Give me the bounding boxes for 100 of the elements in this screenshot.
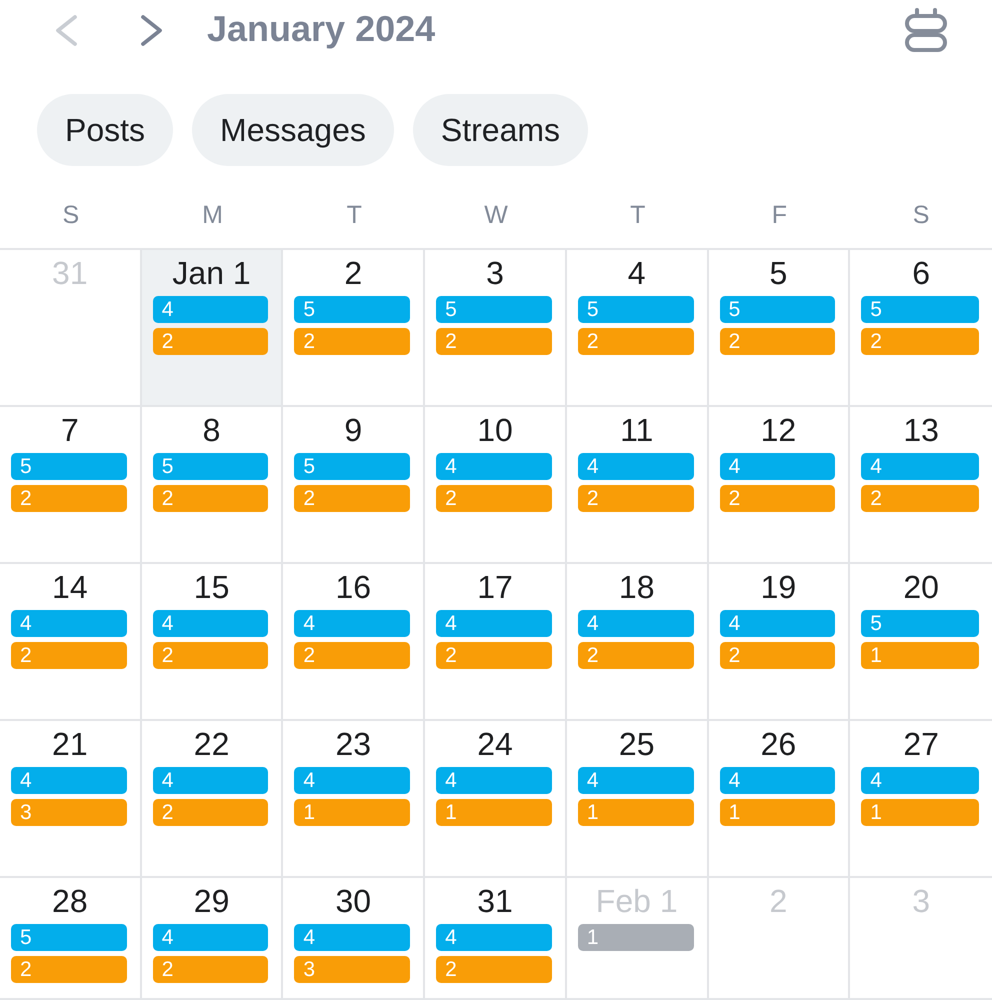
event-count-bar[interactable]: 2 <box>436 956 552 983</box>
event-count-bar[interactable]: 1 <box>861 799 979 826</box>
event-count-bar[interactable]: 2 <box>436 642 552 669</box>
next-month-button[interactable] <box>140 14 163 46</box>
day-cell[interactable]: 19 4 2 <box>708 564 850 721</box>
event-count-bar[interactable]: 4 <box>720 610 836 637</box>
day-cell[interactable]: 23 4 1 <box>283 721 426 878</box>
day-cell[interactable]: 5 5 2 <box>708 250 850 407</box>
day-cell[interactable]: 2 <box>708 878 850 1000</box>
event-count-bar[interactable]: 5 <box>861 610 979 637</box>
event-count-bar[interactable]: 4 <box>578 610 694 637</box>
day-cell[interactable]: 4 5 2 <box>566 250 709 407</box>
day-cell[interactable]: 31 4 2 <box>425 878 567 1000</box>
event-count-bar[interactable]: 4 <box>720 767 836 794</box>
event-count-bar[interactable]: 4 <box>720 453 836 480</box>
event-count-bar[interactable]: 2 <box>578 642 694 669</box>
day-cell[interactable]: 26 4 1 <box>708 721 850 878</box>
event-count-bar[interactable]: 5 <box>294 453 410 480</box>
event-count-bar[interactable]: 2 <box>294 485 410 512</box>
event-count-bar[interactable]: 1 <box>861 642 979 669</box>
day-cell[interactable]: 28 5 2 <box>0 878 142 1000</box>
event-count-bar[interactable]: 4 <box>152 296 268 323</box>
event-count-bar[interactable]: 4 <box>578 453 694 480</box>
event-count-bar[interactable]: 1 <box>578 924 694 951</box>
event-count-bar[interactable]: 1 <box>578 799 694 826</box>
day-cell[interactable]: 12 4 2 <box>708 407 850 564</box>
event-count-bar[interactable]: 2 <box>578 328 694 355</box>
event-count-bar[interactable]: 5 <box>152 453 268 480</box>
event-count-bar[interactable]: 5 <box>578 296 694 323</box>
event-count-bar[interactable]: 1 <box>720 799 836 826</box>
event-count-bar[interactable]: 4 <box>436 453 552 480</box>
day-cell[interactable]: 8 5 2 <box>142 407 284 564</box>
event-count-bar[interactable]: 5 <box>861 296 979 323</box>
day-cell[interactable]: 22 4 2 <box>142 721 284 878</box>
event-count-bar[interactable]: 5 <box>436 296 552 323</box>
event-count-bar[interactable]: 3 <box>294 956 410 983</box>
event-count-bar[interactable]: 2 <box>720 642 836 669</box>
event-count-bar[interactable]: 2 <box>720 485 836 512</box>
event-count-bar[interactable]: 4 <box>861 767 979 794</box>
event-count-bar[interactable]: 2 <box>294 328 410 355</box>
event-count-bar[interactable]: 1 <box>294 799 410 826</box>
event-count-bar[interactable]: 4 <box>152 610 268 637</box>
day-cell[interactable]: Feb 1 1 <box>566 878 709 1000</box>
filter-chip[interactable]: Streams <box>412 94 588 166</box>
event-count-bar[interactable]: 4 <box>436 610 552 637</box>
event-count-bar[interactable]: 4 <box>294 767 410 794</box>
event-count-bar[interactable]: 2 <box>152 485 268 512</box>
day-number: 8 <box>202 412 220 448</box>
event-count-bar[interactable]: 5 <box>11 453 127 480</box>
day-cell[interactable]: 16 4 2 <box>283 564 426 721</box>
event-count-bar[interactable]: 2 <box>11 485 127 512</box>
day-number: 25 <box>618 726 654 762</box>
day-cell[interactable]: 7 5 2 <box>0 407 142 564</box>
day-cell[interactable]: 21 4 3 <box>0 721 142 878</box>
event-count-bar[interactable]: 4 <box>152 924 268 951</box>
filter-chip[interactable]: Posts <box>37 94 174 166</box>
event-count-bar[interactable]: 2 <box>11 642 127 669</box>
event-count-bar[interactable]: 4 <box>294 924 410 951</box>
event-count-bar[interactable]: 2 <box>11 956 127 983</box>
day-cell[interactable]: Jan 1 4 2 <box>142 250 284 407</box>
event-count-bar[interactable]: 4 <box>11 767 127 794</box>
day-cell[interactable]: 24 4 1 <box>425 721 567 878</box>
event-count-bar[interactable]: 2 <box>720 328 836 355</box>
day-cell[interactable]: 29 4 2 <box>142 878 284 1000</box>
day-cell[interactable]: 18 4 2 <box>566 564 709 721</box>
day-cell[interactable]: 11 4 2 <box>566 407 709 564</box>
event-count-bar[interactable]: 4 <box>294 610 410 637</box>
day-cell[interactable]: 25 4 1 <box>566 721 709 878</box>
event-count-bar[interactable]: 5 <box>720 296 836 323</box>
event-count-bar[interactable]: 4 <box>861 453 979 480</box>
event-count-bar[interactable]: 2 <box>152 642 268 669</box>
filter-chip[interactable]: Messages <box>192 94 394 166</box>
event-count-bar[interactable]: 4 <box>11 610 127 637</box>
day-cell[interactable]: 15 4 2 <box>142 564 284 721</box>
event-count-bar[interactable]: 4 <box>152 767 268 794</box>
day-cell[interactable]: 2 5 2 <box>283 250 426 407</box>
event-count-bar[interactable]: 2 <box>294 642 410 669</box>
day-cell[interactable]: 14 4 2 <box>0 564 142 721</box>
event-count-bar[interactable]: 2 <box>436 328 552 355</box>
event-count-bar[interactable]: 3 <box>11 799 127 826</box>
event-count-bar[interactable]: 2 <box>861 328 979 355</box>
event-count-bar[interactable]: 4 <box>436 924 552 951</box>
event-count-bar[interactable]: 4 <box>436 767 552 794</box>
day-cell[interactable]: 30 4 3 <box>283 878 426 1000</box>
event-count-bar[interactable]: 1 <box>436 799 552 826</box>
event-count-bar[interactable]: 2 <box>152 956 268 983</box>
day-cell[interactable]: 31 <box>0 250 142 407</box>
event-count-bar[interactable]: 2 <box>861 485 979 512</box>
event-count-bar[interactable]: 2 <box>436 485 552 512</box>
event-count-bar[interactable]: 5 <box>294 296 410 323</box>
day-cell[interactable]: 17 4 2 <box>425 564 567 721</box>
day-cell[interactable]: 9 5 2 <box>283 407 426 564</box>
event-count-bar[interactable]: 2 <box>152 799 268 826</box>
event-count-bar[interactable]: 2 <box>578 485 694 512</box>
day-cell[interactable]: 3 5 2 <box>425 250 567 407</box>
day-cell[interactable]: 10 4 2 <box>425 407 567 564</box>
calendar-view-button[interactable] <box>904 8 948 52</box>
event-count-bar[interactable]: 5 <box>11 924 127 951</box>
event-count-bar[interactable]: 4 <box>578 767 694 794</box>
event-count-bar[interactable]: 2 <box>152 328 268 355</box>
